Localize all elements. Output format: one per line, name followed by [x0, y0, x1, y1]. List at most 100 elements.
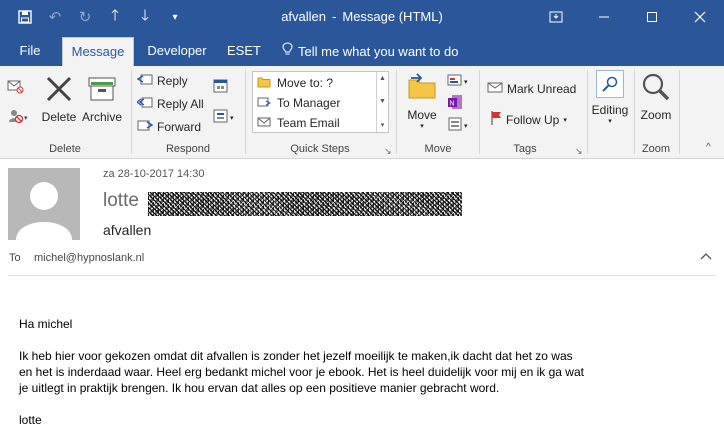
group-label-zoom: Zoom: [641, 143, 671, 155]
editing-button[interactable]: Editing ▾: [590, 70, 630, 125]
quick-steps-scrollbar[interactable]: ▲ ▼ ▾: [376, 72, 388, 132]
group-label-quick-steps: Quick Steps: [290, 143, 350, 155]
quick-step-label: To Manager: [277, 96, 341, 110]
delete-button[interactable]: Delete: [42, 74, 76, 124]
tab-message[interactable]: Message: [62, 37, 134, 67]
close-icon[interactable]: [676, 0, 724, 33]
mark-unread-label: Mark Unread: [507, 81, 577, 96]
tell-me-box[interactable]: Tell me what you want to do: [282, 37, 462, 67]
onenote-icon: N: [447, 94, 463, 113]
minimize-icon[interactable]: [580, 0, 628, 33]
archive-icon: [87, 74, 117, 107]
onenote-button[interactable]: N: [447, 94, 463, 113]
ignore-button[interactable]: [6, 78, 24, 97]
delete-label: Delete: [41, 110, 77, 124]
window-controls: [532, 0, 724, 33]
follow-up-label: Follow Up: [506, 112, 560, 127]
ribbon-tab-bar: File Message Developer ESET Tell me what…: [0, 33, 724, 67]
scroll-down-icon[interactable]: ▼: [379, 98, 386, 105]
mark-unread-button[interactable]: Mark Unread: [487, 80, 576, 97]
follow-up-button[interactable]: Follow Up ▾: [490, 110, 567, 129]
move-label: Move: [407, 108, 437, 122]
quick-step-label: Move to: ?: [277, 76, 334, 90]
to-recipient[interactable]: michel@hypnoslank.nl: [34, 252, 144, 264]
collapse-ribbon-icon[interactable]: ^: [706, 142, 711, 153]
header-divider: [8, 275, 716, 276]
divider: [131, 70, 132, 154]
team-email-icon: [257, 116, 271, 131]
forward-button[interactable]: Forward: [137, 118, 201, 135]
archive-label: Archive: [81, 110, 122, 124]
zoom-icon: [641, 72, 671, 105]
divider: [479, 70, 480, 154]
mark-unread-icon: [487, 80, 503, 97]
body-paragraph: Ik heb hier voor gekozen omdat dit afval…: [19, 348, 709, 396]
reply-all-icon: [135, 95, 153, 112]
folder-icon: [257, 76, 271, 91]
avatar: [8, 168, 80, 240]
dropdown-arrow-icon: ▾: [464, 78, 468, 86]
title-kind: Message (HTML): [342, 9, 443, 24]
svg-text:N: N: [450, 101, 455, 108]
ribbon: ▾ Delete Archive Delete Reply Reply All …: [0, 66, 724, 159]
title-separator: -: [332, 9, 337, 24]
dialog-launcher-icon[interactable]: ↘: [575, 146, 583, 157]
group-label-move: Move: [424, 143, 452, 155]
scroll-up-icon[interactable]: ▲: [379, 75, 386, 82]
body-line: Ik heb hier voor gekozen omdat dit afval…: [19, 349, 573, 363]
more-respond-icon: [213, 108, 229, 127]
junk-button[interactable]: ▾: [6, 108, 30, 127]
group-label-respond: Respond: [165, 143, 211, 155]
svg-text:▾: ▾: [24, 115, 28, 122]
reply-all-button[interactable]: Reply All: [135, 95, 204, 112]
body-signature: lotte: [19, 413, 42, 427]
reply-all-label: Reply All: [157, 96, 204, 111]
title-bar: ↶ ↻ 🡑 🡓 ▾ afvallen - Message (HTML): [0, 0, 724, 33]
dropdown-arrow-icon: ▾: [464, 122, 468, 130]
tab-developer[interactable]: Developer: [142, 37, 212, 67]
reply-button[interactable]: Reply: [136, 72, 188, 89]
sender-name[interactable]: lotte: [103, 190, 139, 212]
tab-eset[interactable]: ESET: [222, 37, 266, 67]
more-respond-button[interactable]: ▾: [213, 108, 234, 127]
rules-button[interactable]: ▾: [447, 72, 468, 91]
reply-icon: [136, 72, 153, 89]
body-line: je uitlegt in praktijk brengen. Ik hou e…: [19, 381, 500, 395]
tell-me-label: Tell me what you want to do: [298, 44, 459, 59]
divider: [587, 70, 588, 154]
divider: [634, 70, 635, 154]
lightbulb-icon: [282, 38, 293, 66]
divider: [679, 70, 680, 154]
message-date: za 28-10-2017 14:30: [103, 168, 205, 180]
tab-file[interactable]: File: [8, 37, 52, 67]
maximize-icon[interactable]: [628, 0, 676, 33]
delete-icon: [44, 74, 74, 107]
zoom-button[interactable]: Zoom: [638, 72, 674, 122]
archive-button[interactable]: Archive: [80, 74, 124, 124]
body-line: en het is inderdaad waar. Heel erg bedan…: [19, 365, 584, 379]
dropdown-arrow-icon: ▾: [608, 118, 612, 125]
actions-icon: [447, 116, 463, 135]
move-button[interactable]: Move ▾: [403, 72, 441, 130]
editing-label: Editing: [591, 103, 629, 117]
forward-mail-icon: [257, 96, 272, 111]
message-subject: afvallen: [103, 222, 152, 238]
ignore-icon: [6, 78, 24, 97]
move-folder-icon: [407, 72, 437, 105]
junk-icon: ▾: [6, 108, 30, 127]
actions-button[interactable]: ▾: [447, 116, 468, 135]
ribbon-display-icon[interactable]: [532, 0, 580, 33]
quick-step-team-email[interactable]: Team Email: [257, 114, 340, 132]
collapse-header-icon[interactable]: [700, 249, 712, 263]
editing-icon: [596, 70, 624, 98]
dropdown-arrow-icon: ▾: [230, 114, 234, 122]
dialog-launcher-icon[interactable]: ↘: [384, 146, 392, 157]
quick-step-to-manager[interactable]: To Manager: [257, 94, 340, 112]
redacted-email: [148, 192, 462, 216]
quick-step-move-to[interactable]: Move to: ?: [257, 74, 333, 92]
group-label-delete: Delete: [49, 143, 81, 155]
dropdown-arrow-icon: ▾: [563, 116, 567, 124]
reply-label: Reply: [157, 73, 188, 88]
more-icon[interactable]: ▾: [381, 121, 385, 129]
meeting-button[interactable]: [213, 78, 229, 97]
